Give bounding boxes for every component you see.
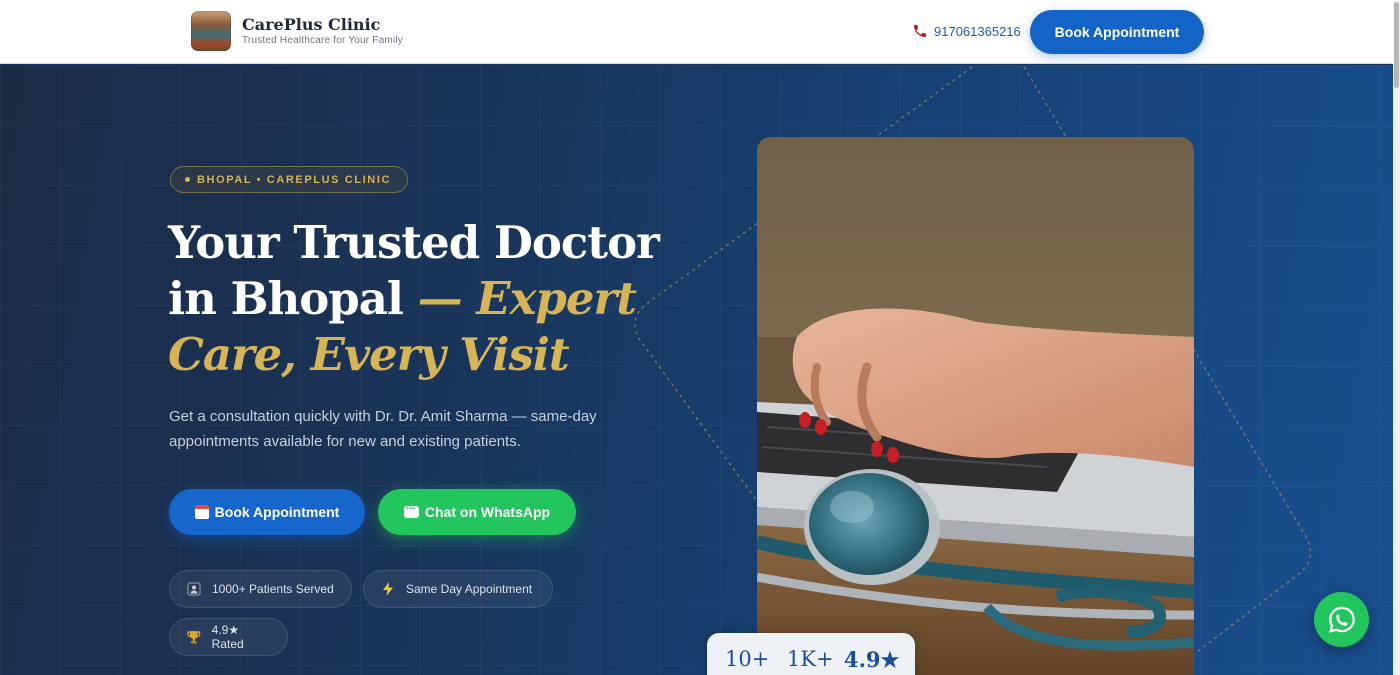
brand[interactable]: CarePlus Clinic Trusted Healthcare for Y… — [191, 11, 403, 51]
feature-chip-same-day: Same Day Appointment — [363, 570, 553, 608]
book-appointment-label: Book Appointment — [214, 504, 340, 520]
lightning-icon — [383, 582, 393, 596]
feature-chip-patients: 1000+ Patients Served — [169, 570, 352, 608]
brand-name: CarePlus Clinic — [242, 14, 381, 34]
whatsapp-icon — [1328, 606, 1355, 633]
patients-icon — [187, 582, 201, 596]
chip-label: 4.9★ Rated — [211, 623, 244, 651]
stat-patients: 1K+ — [787, 647, 834, 671]
hero-headline: Your Trusted Doctor in Bhopal — Expert C… — [168, 215, 668, 383]
stats-card: 10+ 1K+ 4.9★ — [707, 633, 915, 675]
chat-bubble-icon — [403, 501, 419, 518]
stat-rating: 4.9★ — [844, 647, 900, 672]
clinic-logo — [191, 11, 231, 51]
book-appointment-button[interactable]: Book Appointment — [169, 489, 365, 535]
chip-label: 1000+ Patients Served — [212, 582, 334, 596]
calendar-icon — [194, 505, 209, 519]
whatsapp-float-button[interactable] — [1314, 592, 1369, 647]
phone-link[interactable]: 917061365216 — [912, 23, 1021, 39]
doctor-laptop-photo — [757, 137, 1194, 675]
stethoscope-laptop-illustration — [757, 137, 1194, 675]
phone-icon — [914, 25, 926, 37]
whatsapp-chat-label: Chat on WhatsApp — [424, 504, 551, 520]
hero-section: BHOPAL • CAREPLUS CLINIC Your Trusted Do… — [0, 65, 1393, 675]
phone-number: 917061365216 — [934, 23, 1021, 39]
whatsapp-chat-button[interactable]: Chat on WhatsApp — [378, 489, 576, 535]
header-book-appointment-button[interactable]: Book Appointment — [1030, 10, 1204, 54]
scrollbar-thumb[interactable] — [1394, 2, 1399, 88]
badge-text: BHOPAL • CAREPLUS CLINIC — [197, 173, 392, 186]
hero-subtext: Get a consultation quickly with Dr. Dr. … — [169, 408, 597, 450]
page-scrollbar[interactable] — [1393, 0, 1400, 675]
feature-chip-rating: 4.9★ Rated — [169, 618, 288, 656]
badge-dot-icon — [185, 177, 190, 182]
brand-tagline: Trusted Healthcare for Your Family — [242, 34, 403, 46]
stat-years: 10+ — [725, 647, 770, 671]
site-header: CarePlus Clinic Trusted Healthcare for Y… — [0, 0, 1393, 64]
trophy-icon — [187, 631, 201, 644]
chip-label: Same Day Appointment — [406, 582, 533, 596]
location-badge: BHOPAL • CAREPLUS CLINIC — [170, 166, 409, 193]
